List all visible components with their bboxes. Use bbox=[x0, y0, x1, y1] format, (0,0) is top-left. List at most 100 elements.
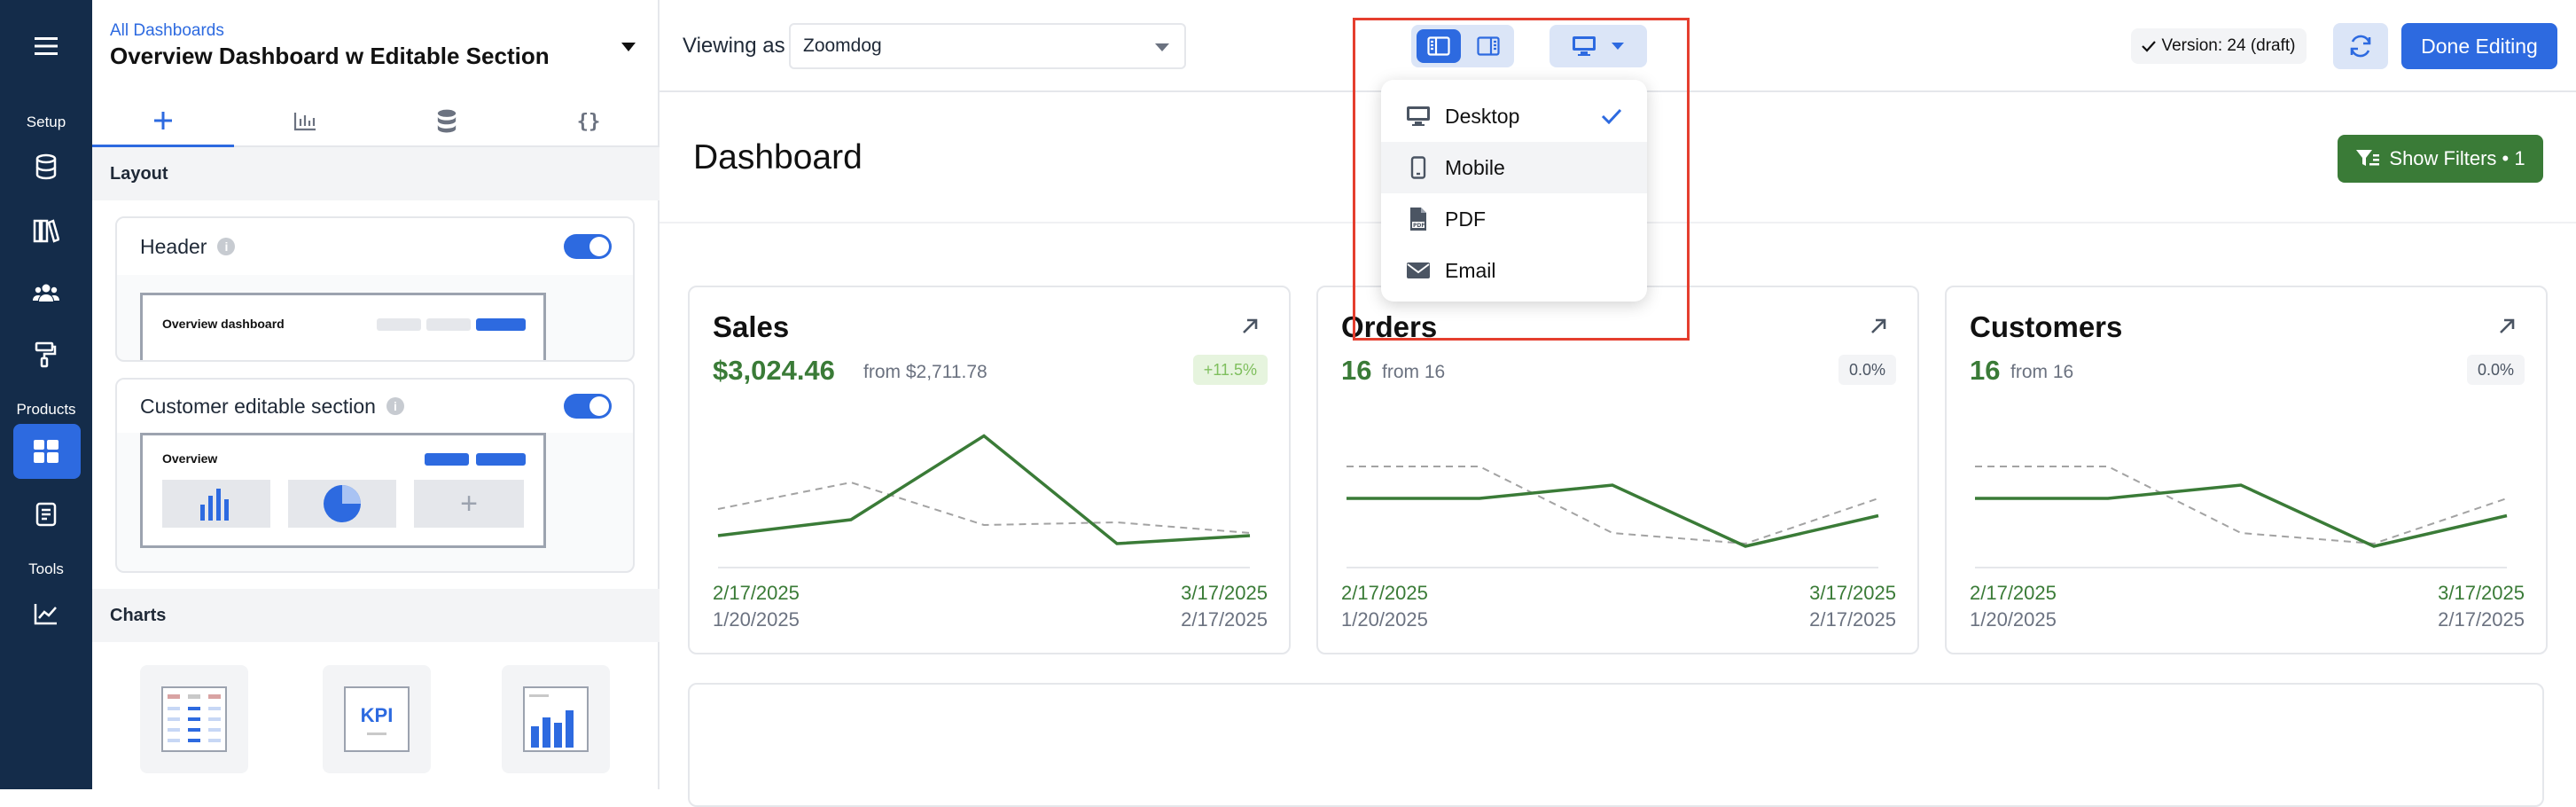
bar-chart-icon bbox=[293, 113, 316, 131]
kpi-sparkline bbox=[1975, 466, 2508, 568]
caret-down-icon[interactable] bbox=[621, 41, 636, 57]
current-period-start: 2/17/2025 bbox=[713, 582, 800, 604]
header-card-label: Header bbox=[140, 234, 207, 258]
tab-data[interactable] bbox=[376, 96, 518, 147]
database-icon[interactable] bbox=[28, 149, 64, 184]
expand-arrow-icon[interactable] bbox=[1241, 317, 1259, 340]
current-period-start: 2/17/2025 bbox=[1341, 582, 1428, 604]
kpi-comparison: from 16 bbox=[2010, 362, 2074, 382]
thumb-pill bbox=[476, 318, 526, 331]
done-editing-button[interactable]: Done Editing bbox=[2401, 23, 2557, 69]
current-period-start: 2/17/2025 bbox=[1970, 582, 2057, 604]
tab-add[interactable] bbox=[92, 96, 234, 147]
plus-icon bbox=[154, 111, 172, 129]
refresh-button[interactable] bbox=[2333, 23, 2388, 69]
viewing-as-select[interactable]: Zoomdog bbox=[789, 23, 1186, 69]
version-text: Version: 24 (draft) bbox=[2161, 36, 2296, 55]
thumb-pill bbox=[476, 453, 526, 466]
kpi-comparison: from $2,711.78 bbox=[863, 362, 987, 382]
table-chart-tile[interactable] bbox=[140, 665, 248, 773]
show-filters-label: Show Filters • 1 bbox=[2389, 147, 2525, 169]
rail-section-setup: Setup bbox=[26, 114, 66, 130]
users-icon[interactable] bbox=[28, 275, 64, 310]
thumb-add-placeholder: + bbox=[414, 480, 524, 528]
line-chart-icon[interactable] bbox=[28, 596, 64, 631]
kpi-sparkline bbox=[1347, 466, 1879, 568]
header-thumbnail-title: Overview dashboard bbox=[162, 317, 285, 331]
current-period-line bbox=[1347, 483, 1879, 548]
previous-period-start: 1/20/2025 bbox=[1341, 608, 1428, 631]
charts-section-header: Charts bbox=[92, 589, 660, 642]
info-icon: i bbox=[386, 397, 404, 415]
thumb-pill bbox=[426, 318, 471, 331]
kpi-value: $3,024.46 bbox=[713, 355, 835, 386]
previous-period-line bbox=[1975, 466, 2508, 545]
current-period-end: 3/17/2025 bbox=[1809, 582, 1896, 604]
previous-period-end: 2/17/2025 bbox=[2438, 608, 2525, 631]
show-filters-button[interactable]: Show Filters • 1 bbox=[2338, 135, 2543, 183]
thumb-bar-chart bbox=[162, 480, 270, 528]
previous-period-line bbox=[1347, 466, 1879, 545]
table-icon bbox=[161, 686, 227, 752]
info-icon: i bbox=[217, 238, 236, 255]
charts-label: Charts bbox=[110, 605, 167, 625]
layout-label: Layout bbox=[110, 163, 168, 184]
editable-section-card[interactable]: Customer editable section i Overview + bbox=[115, 378, 635, 573]
kpi-icon: KPI bbox=[344, 686, 410, 752]
report-icon[interactable] bbox=[28, 497, 64, 532]
thumb-pill bbox=[377, 318, 421, 331]
kpi-card[interactable]: Sales $3,024.46 from $2,711.78 +11.5% 2/17/2… bbox=[688, 286, 1291, 654]
thumb-pie-chart bbox=[288, 480, 396, 528]
expand-arrow-icon[interactable] bbox=[2498, 317, 2516, 340]
kpi-chart-tile[interactable]: KPI bbox=[323, 665, 431, 773]
current-period-end: 3/17/2025 bbox=[1181, 582, 1268, 604]
editable-card-label: Customer editable section bbox=[140, 394, 376, 418]
empty-section-card bbox=[688, 683, 2544, 807]
library-icon[interactable] bbox=[28, 213, 64, 248]
current-period-line bbox=[1975, 483, 2508, 548]
kpi-change-badge: 0.0% bbox=[2466, 355, 2525, 385]
dashboard-icon[interactable] bbox=[28, 434, 64, 469]
highlight-box bbox=[1353, 18, 1690, 341]
header-layout-card[interactable]: Header i Overview dashboard bbox=[115, 216, 635, 362]
tab-charts[interactable] bbox=[234, 96, 376, 147]
current-period-end: 3/17/2025 bbox=[2438, 582, 2525, 604]
kpi-sparkline bbox=[717, 434, 1251, 568]
kpi-value: 16 bbox=[1970, 355, 2001, 386]
kpi-card[interactable]: Customers 16 from 16 0.0% 2/17/2025 3/17/2025… bbox=[1945, 286, 2548, 654]
database-icon bbox=[437, 109, 457, 133]
filter-icon bbox=[2356, 150, 2380, 166]
editable-thumbnail-title: Overview bbox=[162, 451, 218, 466]
caret-down-icon bbox=[1155, 43, 1169, 51]
editable-thumbnail: Overview + bbox=[140, 433, 546, 548]
kpi-change-badge: +11.5% bbox=[1192, 355, 1268, 385]
version-badge: Version: 24 (draft) bbox=[2131, 28, 2307, 64]
code-braces-icon[interactable]: {} bbox=[518, 96, 660, 147]
refresh-icon bbox=[2350, 35, 2371, 58]
check-icon bbox=[2142, 41, 2157, 52]
editable-section-toggle[interactable] bbox=[564, 394, 612, 419]
previous-period-start: 1/20/2025 bbox=[1970, 608, 2057, 631]
previous-period-end: 2/17/2025 bbox=[1181, 608, 1268, 631]
kpi-comparison: from 16 bbox=[1382, 362, 1446, 382]
rail-section-tools: Tools bbox=[28, 560, 64, 577]
editor-panel: All Dashboards Overview Dashboard w Edit… bbox=[92, 0, 660, 789]
viewing-as-value: Zoomdog bbox=[803, 35, 882, 56]
kpi-title: Sales bbox=[713, 310, 790, 343]
bar-chart-tile[interactable] bbox=[502, 665, 610, 773]
rail-section-products: Products bbox=[16, 401, 76, 418]
hamburger-menu-icon[interactable] bbox=[28, 28, 64, 64]
dashboard-title: Dashboard bbox=[693, 138, 863, 176]
layout-section-header: Layout bbox=[92, 147, 660, 200]
nav-rail: Setup Products Tools bbox=[0, 0, 92, 789]
expand-arrow-icon[interactable] bbox=[1870, 317, 1887, 340]
breadcrumb-all-dashboards[interactable]: All Dashboards bbox=[110, 21, 224, 41]
kpi-value: 16 bbox=[1341, 355, 1372, 386]
viewing-as-label: Viewing as bbox=[683, 34, 785, 58]
thumb-pill bbox=[425, 453, 469, 466]
previous-period-start: 1/20/2025 bbox=[713, 608, 800, 631]
kpi-tile-label: KPI bbox=[360, 703, 394, 726]
header-toggle[interactable] bbox=[564, 234, 612, 259]
kpi-card[interactable]: Orders 16 from 16 0.0% 2/17/2025 3/17/2025 1/2… bbox=[1316, 286, 1919, 654]
paint-roller-icon[interactable] bbox=[28, 337, 64, 372]
